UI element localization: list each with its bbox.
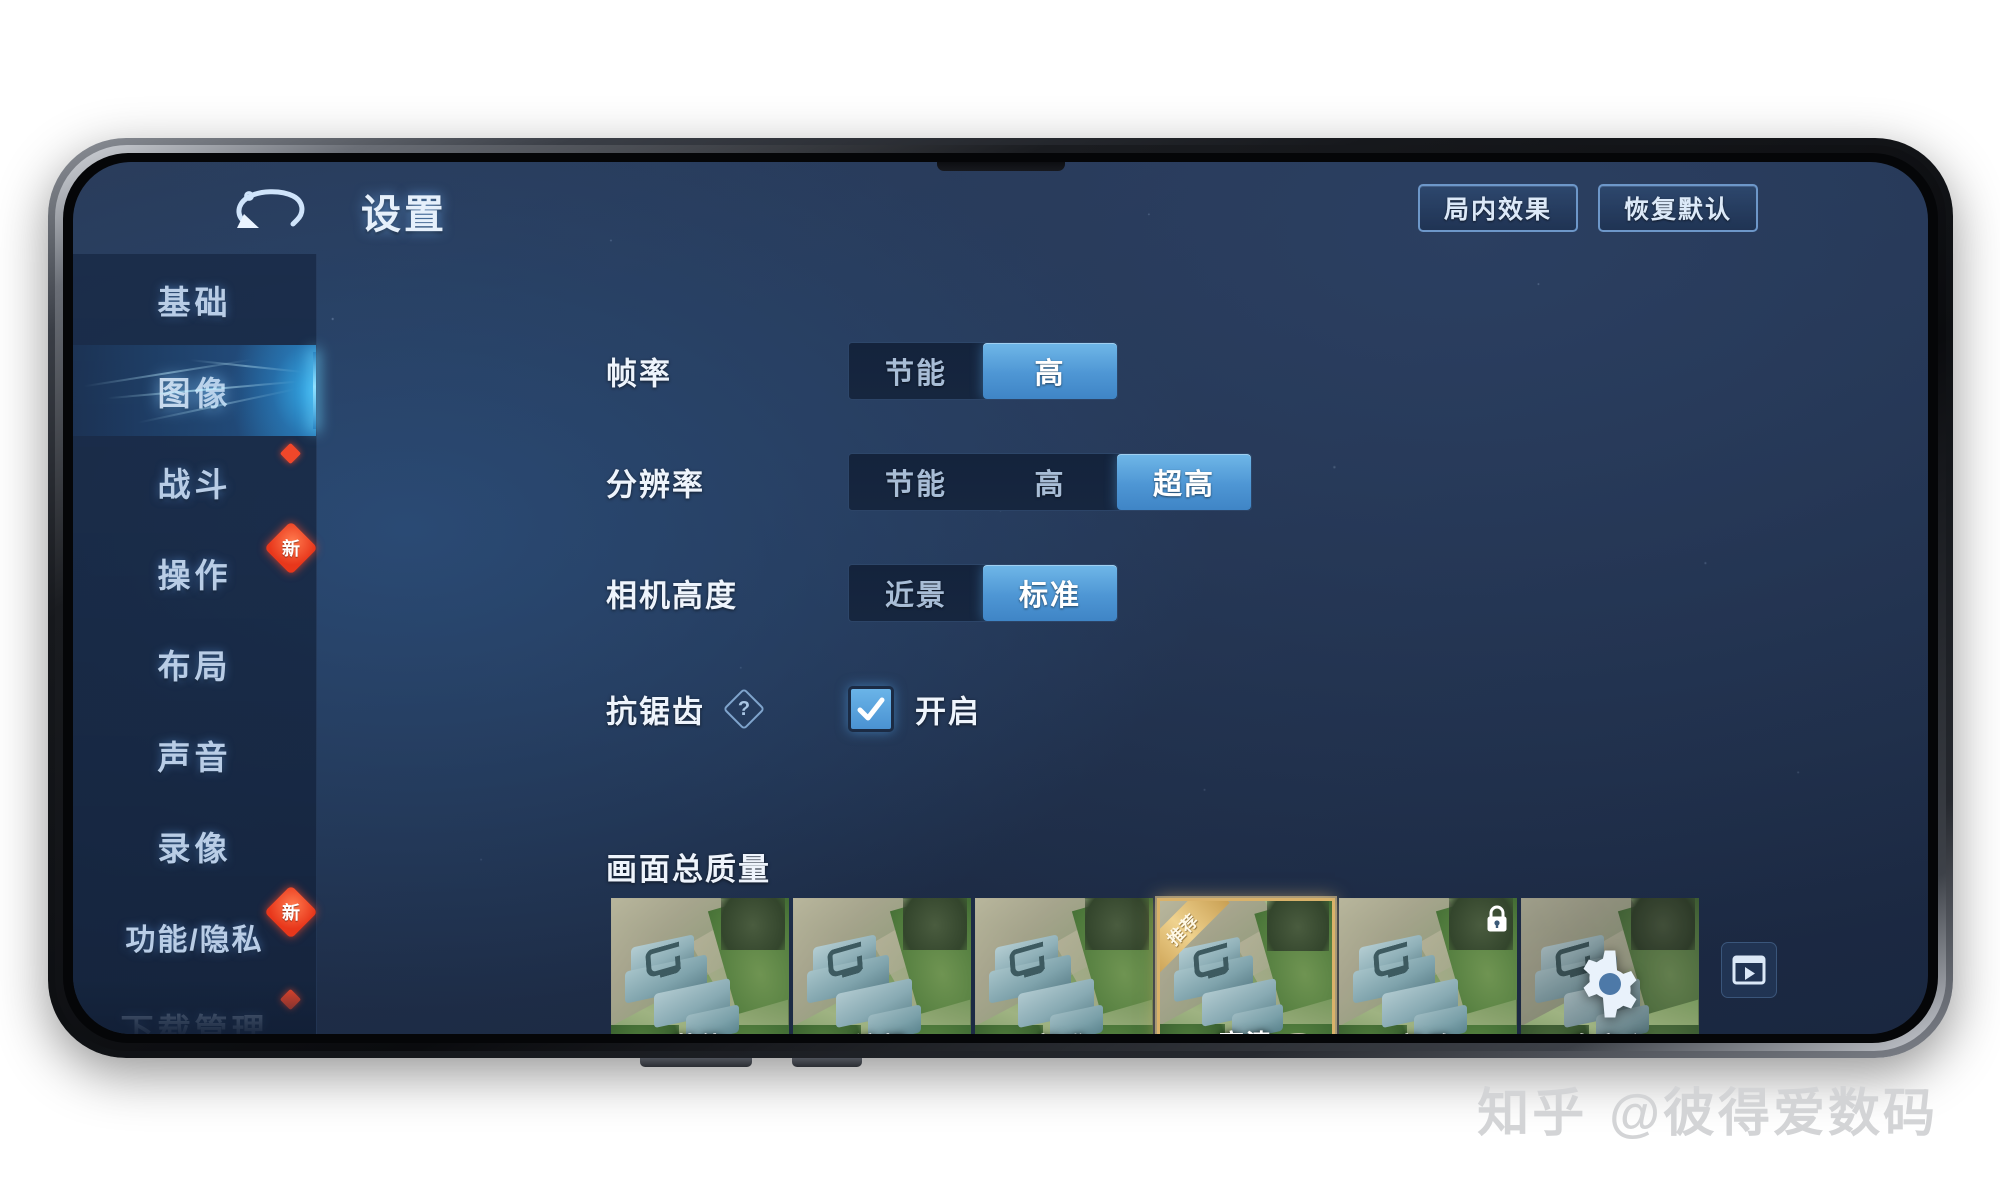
- quality-preset-standard[interactable]: 标准: [975, 898, 1153, 1034]
- setting-label: 抗锯齿: [606, 694, 705, 730]
- help-icon-glyph: ?: [737, 697, 751, 720]
- resolution-option-high[interactable]: 高: [983, 454, 1117, 510]
- sidebar-item-recording[interactable]: 录像: [73, 800, 316, 891]
- earpiece-slot: [936, 162, 1065, 171]
- power-button[interactable]: [640, 1058, 752, 1067]
- sidebar-item-label: 基础: [157, 283, 232, 321]
- antialiasing-checkbox[interactable]: [848, 686, 894, 732]
- sidebar-item-label: 操作: [157, 556, 232, 594]
- phone-screen: 设置 局内效果 恢复默认 基础 图像 战斗 新 操作 布局 声音 录像 新 功能…: [73, 162, 1928, 1034]
- quality-preset-extreme[interactable]: 极致: [1339, 898, 1517, 1034]
- new-dot-badge-icon: [279, 442, 302, 465]
- setting-row-resolution: 分辨率 节能 高 超高: [317, 447, 1928, 517]
- question-help-icon[interactable]: ?: [722, 687, 766, 731]
- preset-label: 节能: [611, 1027, 789, 1034]
- sidebar-item-graphics[interactable]: 图像: [73, 345, 316, 436]
- preset-label: 标准: [975, 1027, 1153, 1034]
- back-arrow-icon[interactable]: [223, 180, 311, 238]
- sidebar-item-label: 下载管理: [120, 1011, 269, 1035]
- framerate-option-high[interactable]: 高: [983, 343, 1117, 399]
- video-preview-glyph: [1732, 955, 1766, 985]
- setting-row-framerate: 帧率 节能 高: [317, 336, 1928, 406]
- new-dot-badge-icon: [279, 988, 302, 1011]
- page-title: 设置: [361, 193, 447, 237]
- phone-device: 设置 局内效果 恢复默认 基础 图像 战斗 新 操作 布局 声音 录像 新 功能…: [48, 138, 1953, 1067]
- framerate-option-eco[interactable]: 节能: [849, 343, 983, 399]
- sidebar-item-controls[interactable]: 新 操作: [73, 521, 318, 618]
- camera-height-option-close[interactable]: 近景: [849, 565, 983, 621]
- quality-preset-custom[interactable]: 自定义: [1521, 898, 1699, 1034]
- quality-preset-list: 节能: [611, 898, 1699, 1034]
- badge-text: 新: [282, 903, 300, 923]
- lock-icon: [1487, 905, 1507, 932]
- framerate-segmented-control[interactable]: 节能 高: [848, 342, 1118, 400]
- game-settings-ui: 设置 局内效果 恢复默认 基础 图像 战斗 新 操作 布局 声音 录像 新 功能…: [73, 162, 1928, 1034]
- preset-label: 自定义: [1521, 1027, 1699, 1034]
- antialiasing-state-label: 开启: [915, 694, 981, 730]
- resolution-segmented-control[interactable]: 节能 高 超高: [848, 453, 1252, 511]
- preview-thumbnail: [793, 898, 971, 1034]
- preview-thumbnail: [611, 898, 789, 1034]
- sidebar-item-label: 功能/隐私: [125, 923, 264, 957]
- sidebar-item-combat[interactable]: 战斗: [73, 436, 316, 527]
- nav-light-streaks: [73, 345, 316, 436]
- preset-label: 高清: [1160, 1024, 1332, 1034]
- sidebar-item-layout[interactable]: 布局: [73, 618, 316, 709]
- setting-label: 相机高度: [606, 578, 738, 614]
- sidebar-nav: 基础 图像 战斗 新 操作 布局 声音 录像 新 功能/隐私 下载管理: [73, 254, 318, 1034]
- preset-label: 极致: [1339, 1027, 1517, 1034]
- sidebar-item-sound[interactable]: 声音: [73, 709, 316, 800]
- preset-label: 流畅: [793, 1027, 971, 1034]
- watermark: 知乎 @彼得爱数码: [1477, 1071, 1938, 1146]
- new-label-badge-icon: 新: [264, 521, 318, 575]
- setting-row-camera-height: 相机高度 近景 标准: [317, 558, 1928, 628]
- volume-button[interactable]: [792, 1058, 862, 1067]
- sidebar-item-features-privacy[interactable]: 新 功能/隐私: [73, 885, 318, 982]
- camera-height-segmented-control[interactable]: 近景 标准: [848, 564, 1118, 622]
- setting-label: 分辨率: [606, 467, 705, 503]
- sidebar-item-label: 布局: [157, 647, 232, 685]
- sidebar-item-label: 录像: [157, 829, 232, 867]
- settings-content: 帧率 节能 高 分辨率 节能 高 超高 相机高度 近景 标准 抗锯齿 ? 开启 …: [317, 254, 1928, 1034]
- setting-row-antialiasing: 抗锯齿 ? 开启: [317, 674, 1928, 744]
- resolution-option-ultra[interactable]: 超高: [1117, 454, 1251, 510]
- video-preview-icon[interactable]: [1721, 942, 1777, 998]
- camera-height-option-standard[interactable]: 标准: [983, 565, 1117, 621]
- quality-section-title: 画面总质量: [606, 852, 771, 887]
- gear-icon: [1583, 950, 1637, 1018]
- restore-default-button[interactable]: 恢复默认: [1597, 184, 1758, 232]
- setting-label: 帧率: [606, 356, 672, 392]
- phone-frame-ring: 设置 局内效果 恢复默认 基础 图像 战斗 新 操作 布局 声音 录像 新 功能…: [55, 145, 1946, 1051]
- new-label-badge-icon: 新: [264, 885, 318, 939]
- checkmark-icon: [857, 697, 885, 721]
- quality-preset-eco[interactable]: 节能: [611, 898, 789, 1034]
- quality-preset-smooth[interactable]: 流畅: [793, 898, 971, 1034]
- sidebar-item-label: 声音: [157, 738, 232, 776]
- sidebar-item-basic[interactable]: 基础: [73, 254, 316, 345]
- badge-text: 新: [282, 539, 300, 559]
- quality-preset-hd[interactable]: 推荐 高清: [1157, 898, 1335, 1034]
- watermark-handle: @彼得爱数码: [1609, 1085, 1938, 1143]
- sidebar-item-label: 战斗: [157, 465, 232, 503]
- watermark-site: 知乎: [1477, 1085, 1588, 1143]
- top-bar: 设置 局内效果 恢复默认: [73, 162, 1928, 254]
- resolution-option-eco[interactable]: 节能: [849, 454, 983, 510]
- ingame-effects-button[interactable]: 局内效果: [1417, 184, 1578, 232]
- phone-bezel: 设置 局内效果 恢复默认 基础 图像 战斗 新 操作 布局 声音 录像 新 功能…: [63, 153, 1938, 1043]
- sidebar-item-download-manager[interactable]: 下载管理: [73, 982, 316, 1034]
- sidebar-item-label: 图像: [157, 374, 232, 412]
- preview-thumbnail: [975, 898, 1153, 1034]
